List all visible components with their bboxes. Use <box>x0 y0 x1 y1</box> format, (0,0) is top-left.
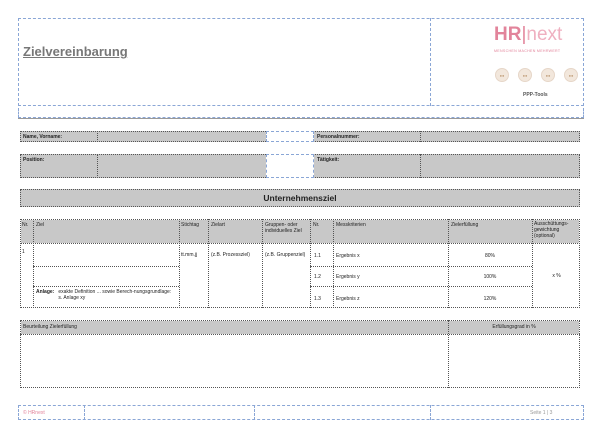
footer-copyright: © HRnext <box>23 410 45 416</box>
logo-tagline: MENSCHEN MACHEN MEHRWERT <box>494 49 561 53</box>
personalnummer-label: Personalnummer: <box>317 134 360 140</box>
col-ziel: Ziel <box>36 222 45 228</box>
header-divider <box>430 18 431 106</box>
logo-hr: HR <box>494 24 522 45</box>
row-nr: 1 <box>22 249 25 255</box>
criterion-value-1: 80% <box>484 253 495 259</box>
criterion-name-1: Ergebnis x <box>336 253 360 259</box>
footer-divider-3 <box>430 405 431 420</box>
logo-next: next <box>526 24 563 45</box>
footer-divider-1 <box>84 405 85 420</box>
taetigkeit-label: Tätigkeit: <box>317 157 340 163</box>
footer-divider-2 <box>254 405 255 420</box>
separator-line <box>18 118 584 119</box>
col-nr2: Nr. <box>313 222 320 228</box>
col-messkriterien: Messkriterien <box>336 222 366 228</box>
section-title: Unternehmensziel <box>263 193 337 203</box>
footer-frame <box>18 405 584 420</box>
footer-page: Seite 1 | 3 <box>530 410 553 416</box>
gruppen-value: (z.B. Gruppenziel) <box>265 252 306 258</box>
ppp-icon-2: ●● <box>518 68 532 82</box>
anlage-cell: Anlage: exakte Definition ... sowie Bere… <box>36 289 176 301</box>
header-gap-frame <box>18 108 584 118</box>
criterion-nr-2: 1.2 <box>314 274 321 280</box>
criterion-name-3: Ergebnis z <box>336 296 360 302</box>
position-white-cell <box>266 154 314 178</box>
name-label: Name, Vorname: <box>23 134 63 140</box>
col-zielart: Zielart <box>211 222 225 228</box>
criterion-name-2: Ergebnis y <box>336 274 360 280</box>
col-zielerfuellung: Zielerfüllung <box>451 222 479 228</box>
name-white-cell <box>266 131 314 142</box>
stichtag-value: tt.mm.jj <box>181 252 198 258</box>
col-gruppen: Gruppen- oder individuelles Ziel <box>265 222 302 234</box>
col-nr: Nr. <box>22 222 29 228</box>
col-ausschuettung: Ausschüttungs-gewichtung (optional) <box>534 221 569 239</box>
page-title: Zielvereinbarung <box>23 44 128 59</box>
criterion-nr-1: 1.1 <box>314 253 321 259</box>
ppp-tools-label: PPP-Tools <box>523 92 548 98</box>
degree-label: Erfüllungsgrad in % <box>492 324 536 330</box>
ppp-icon-3: ●● <box>541 68 555 82</box>
ppp-icon-4: ●● <box>564 68 578 82</box>
section-title-bar: Unternehmensziel <box>20 189 580 207</box>
anlage-text: exakte Definition ... sowie Berech-nungs… <box>58 289 172 301</box>
zielart-value: (z.B. Prozessziel) <box>211 252 250 258</box>
position-label: Position: <box>23 157 45 163</box>
criterion-value-2: 100% <box>483 274 497 280</box>
assessment-label: Beurteilung Zielerfüllung <box>23 324 77 330</box>
ppp-icon-1: ●● <box>495 68 509 82</box>
criterion-nr-3: 1.3 <box>314 296 321 302</box>
criterion-value-3: 120% <box>483 296 497 302</box>
weighting-value: x % <box>552 273 561 279</box>
anlage-label: Anlage: <box>36 289 55 295</box>
hrnext-logo: HR|next <box>494 24 563 45</box>
col-stichtag: Stichtag <box>181 222 200 228</box>
